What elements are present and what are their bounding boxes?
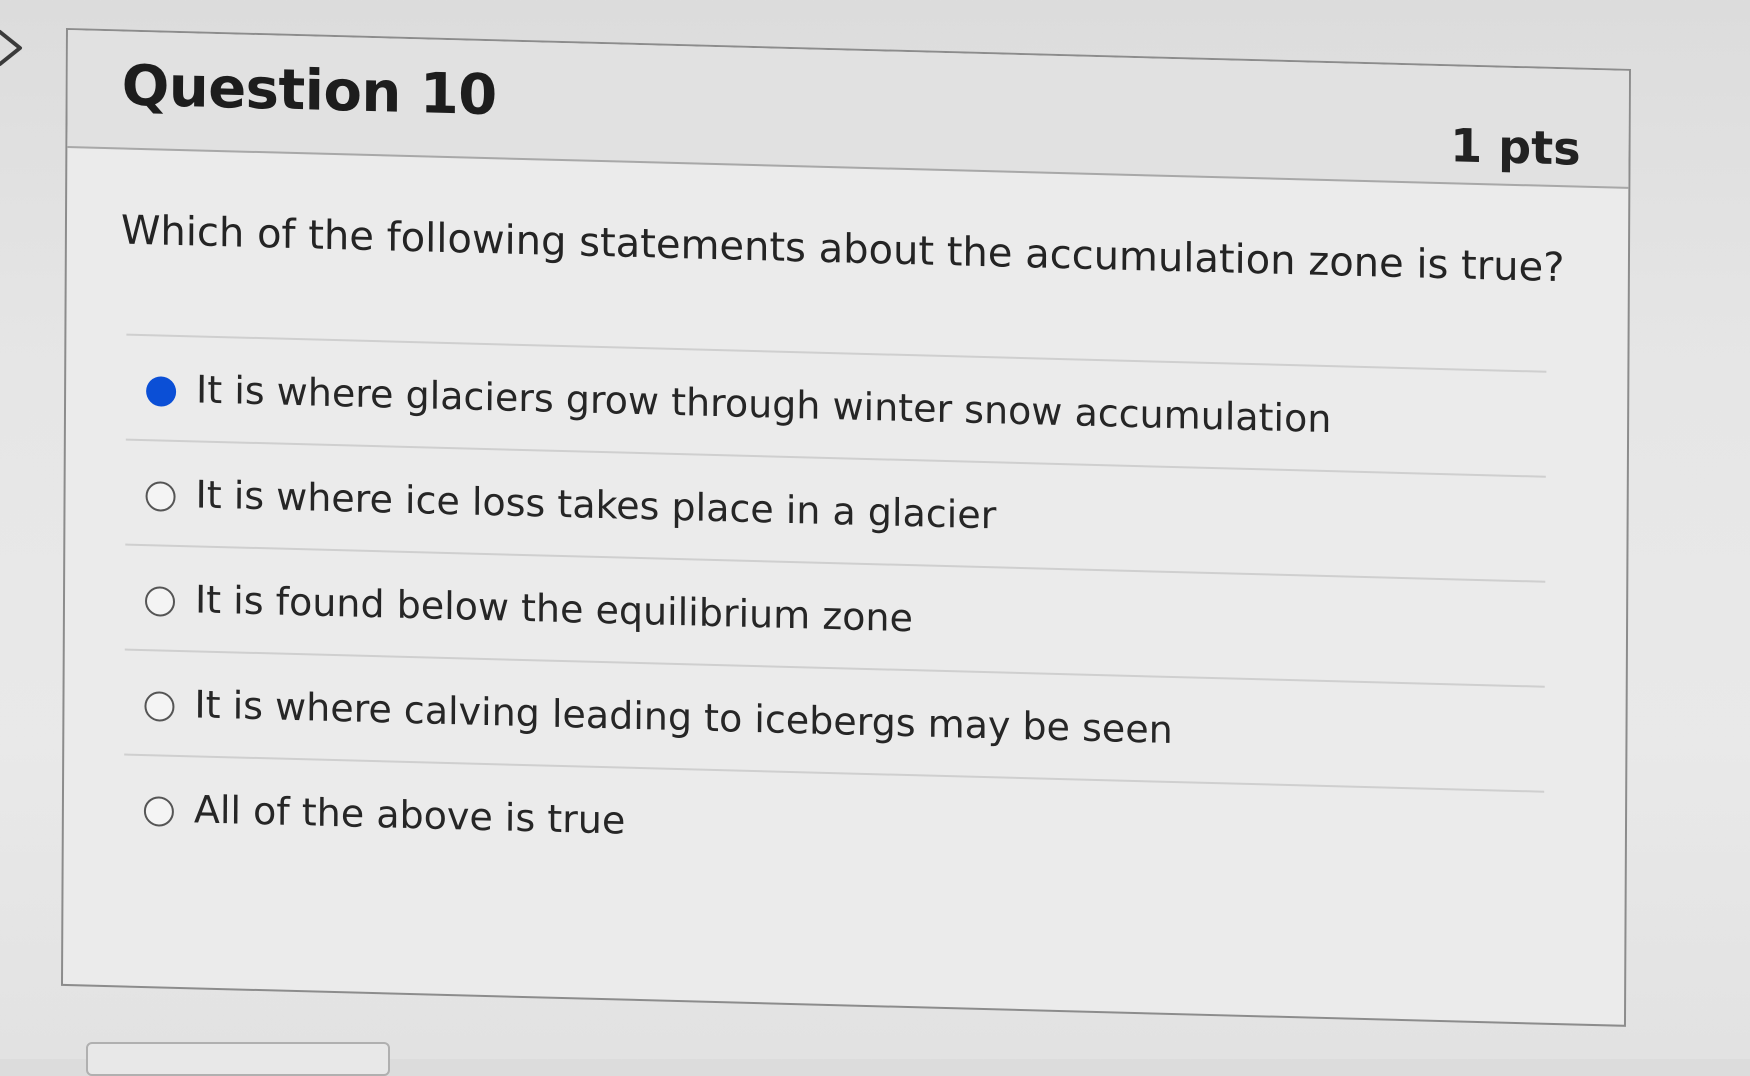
question-points: 1 pts — [1450, 118, 1581, 176]
answer-label[interactable]: It is where ice loss takes place in a gl… — [195, 472, 996, 537]
radio-icon[interactable] — [144, 691, 175, 722]
answer-label[interactable]: It is where glaciers grow through winter… — [196, 367, 1332, 441]
question-text: Which of the following statements about … — [120, 207, 1565, 292]
quiz-page: Question 10 1 pts Which of the following… — [0, 0, 1750, 1076]
radio-icon[interactable] — [144, 586, 176, 617]
answer-list: It is where glaciers grow through winter… — [123, 333, 1547, 896]
answer-label[interactable]: It is where calving leading to icebergs … — [194, 682, 1172, 752]
radio-selected-icon[interactable] — [146, 376, 177, 407]
answer-label[interactable]: It is found below the equilibrium zone — [195, 577, 913, 640]
radio-icon[interactable] — [145, 481, 176, 512]
radio-icon[interactable] — [143, 796, 174, 827]
question-header: Question 10 1 pts — [67, 30, 1629, 189]
question-card: Question 10 1 pts Which of the following… — [60, 28, 1631, 1027]
question-title: Question 10 — [121, 53, 497, 129]
next-question-card-edge — [86, 1042, 390, 1076]
answer-label[interactable]: All of the above is true — [194, 787, 626, 842]
chevron-right-icon[interactable] — [0, 28, 28, 68]
